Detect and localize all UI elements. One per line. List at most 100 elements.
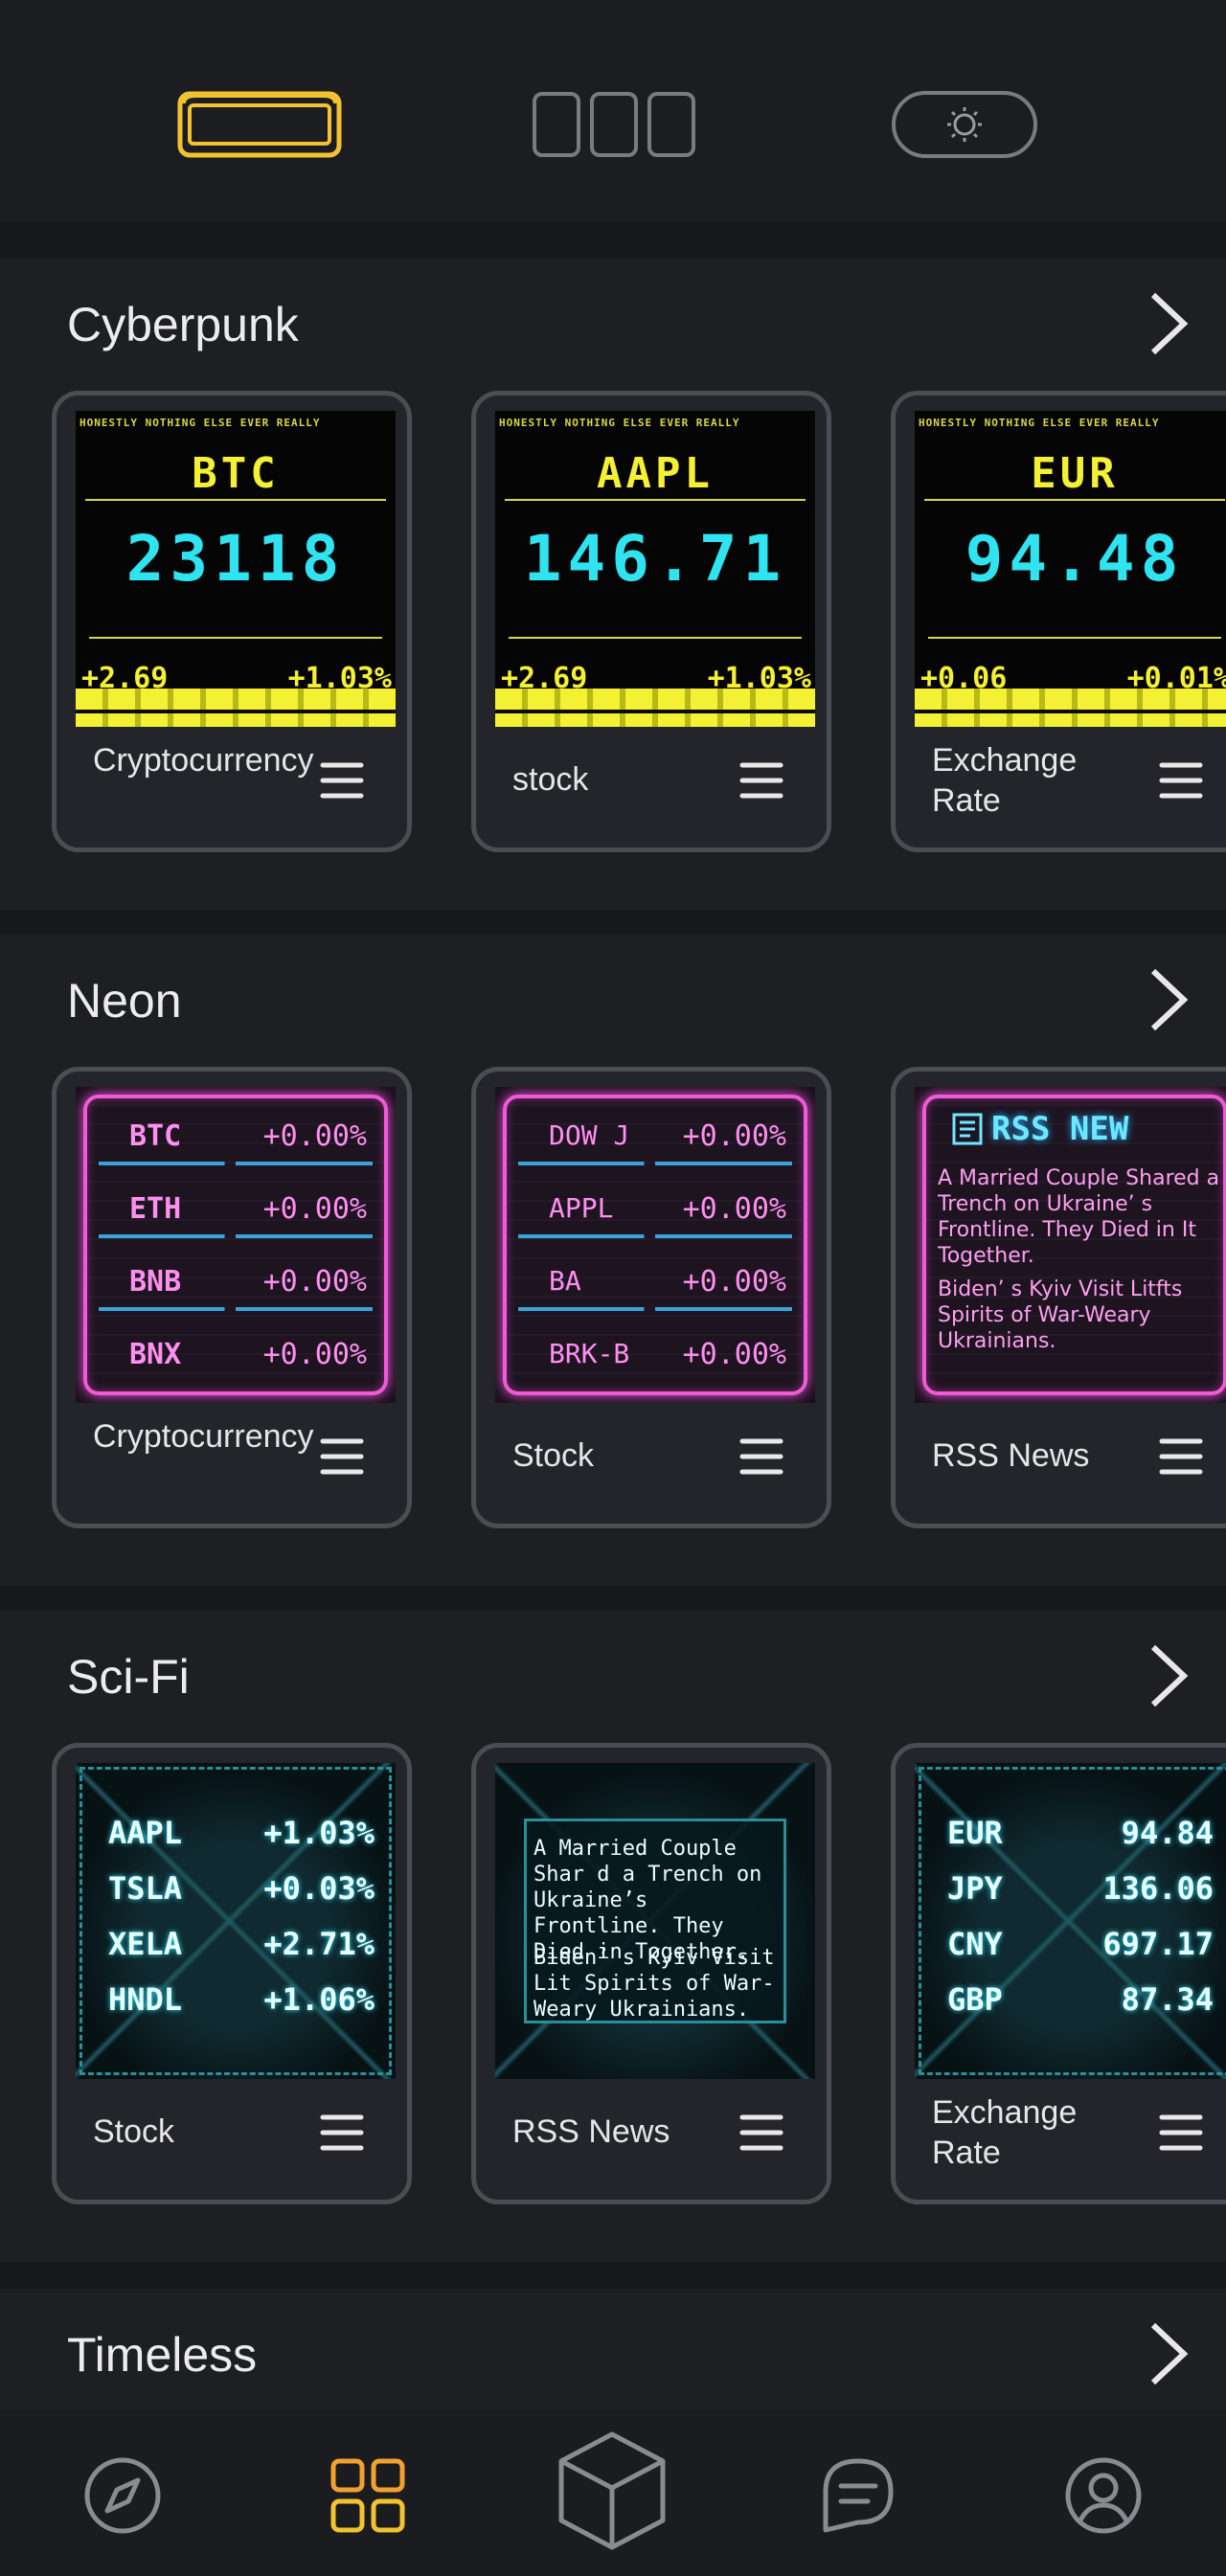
row-symbol: XELA: [108, 1926, 183, 1962]
layout-large-icon[interactable]: [176, 90, 343, 159]
menu-icon[interactable]: [1158, 1435, 1204, 1478]
preview-banner: HONESTLY NOTHING ELSE EVER REALLY: [919, 417, 1160, 429]
preview-price: 146.71: [523, 522, 787, 596]
section-sci-fi: Sci-Fi AAPL +1.03% TSLA +0.03% XELA +2.71% …: [0, 1611, 1226, 2262]
section-title: Neon: [67, 974, 182, 1028]
row-symbol: GBP: [947, 1981, 1003, 2018]
preview-banner: HONESTLY NOTHING ELSE EVER REALLY: [499, 417, 740, 429]
chevron-right-icon[interactable]: [1146, 289, 1192, 358]
row-symbol: JPY: [947, 1870, 1003, 1907]
widget-card-stock[interactable]: DOW J +0.00% APPL +0.00% BA +0.00% BRK-B +0.…: [471, 1067, 831, 1528]
row-symbol: BNX: [129, 1338, 182, 1371]
row-symbol: APPL: [549, 1192, 614, 1224]
preview-symbol: EUR: [1031, 449, 1119, 498]
row-value: +0.03%: [263, 1870, 375, 1907]
news-headline: Biden’ s Kyiv Visit Lit Spirits of War-W…: [534, 1946, 775, 2022]
row-change: +0.00%: [682, 1192, 786, 1226]
row-change: +0.00%: [682, 1265, 786, 1299]
widget-preview: HONESTLY NOTHING ELSE EVER REALLY EUR 94…: [915, 411, 1226, 727]
rss-title: RSS NEW: [991, 1110, 1129, 1148]
card-label: RSS News: [512, 2113, 670, 2150]
widget-preview: RSS NEW A Married Couple Shared a Trench…: [915, 1087, 1226, 1403]
row-value: 136.06: [1102, 1870, 1214, 1907]
widget-card-stock[interactable]: HONESTLY NOTHING ELSE EVER REALLY AAPL 1…: [471, 391, 831, 852]
widget-preview: HONESTLY NOTHING ELSE EVER REALLY BTC 23…: [76, 411, 396, 727]
news-headline: Biden’ s Kyiv Visit Litfts Spirits of Wa…: [938, 1277, 1183, 1353]
row-symbol: HNDL: [108, 1981, 183, 2018]
widget-card-exchange-rate[interactable]: HONESTLY NOTHING ELSE EVER REALLY EUR 94…: [891, 391, 1226, 852]
card-label: Stock: [93, 2113, 175, 2150]
menu-icon[interactable]: [738, 759, 784, 802]
row-value: +1.03%: [263, 1815, 375, 1851]
row-symbol: CNY: [947, 1926, 1003, 1962]
row-change: +0.00%: [262, 1265, 367, 1299]
row-value: 94.84: [1121, 1815, 1214, 1851]
row-symbol: BA: [549, 1265, 581, 1297]
row-symbol: ETH: [129, 1192, 182, 1226]
chat-icon[interactable]: [816, 2455, 900, 2536]
row-symbol: EUR: [947, 1815, 1003, 1851]
card-label: RSS News: [932, 1437, 1090, 1474]
menu-icon[interactable]: [319, 759, 365, 802]
preview-symbol: AAPL: [597, 449, 714, 498]
top-bar: [0, 0, 1226, 222]
section-cyberpunk: Cyberpunk HONESTLY NOTHING ELSE EVER REA…: [0, 259, 1226, 910]
compass-icon[interactable]: [82, 2455, 163, 2536]
chevron-right-icon[interactable]: [1146, 965, 1192, 1034]
widget-card-cryptocurrency[interactable]: BTC +0.00% ETH +0.00% BNB +0.00% BNX +0.00% …: [52, 1067, 412, 1528]
row-symbol: DOW J: [549, 1119, 630, 1151]
row-value: +1.06%: [263, 1981, 375, 2018]
menu-icon[interactable]: [1158, 759, 1204, 802]
section-title: Timeless: [67, 2328, 258, 2382]
preview-price: 23118: [125, 522, 346, 596]
menu-icon[interactable]: [319, 2112, 365, 2154]
row-value: 87.34: [1121, 1981, 1214, 2018]
widget-card-exchange-rate[interactable]: EUR 94.84 JPY 136.06 CNY 697.17 GBP 87.34 Ex…: [891, 1743, 1226, 2204]
bottom-nav: [0, 2409, 1226, 2576]
row-value: 697.17: [1102, 1926, 1214, 1962]
widget-card-stock[interactable]: AAPL +1.03% TSLA +0.03% XELA +2.71% HNDL +1.…: [52, 1743, 412, 2204]
widget-card-cryptocurrency[interactable]: HONESTLY NOTHING ELSE EVER REALLY BTC 23…: [52, 391, 412, 852]
section-title: Cyberpunk: [67, 298, 299, 351]
layout-grid-icon[interactable]: [531, 90, 697, 159]
row-symbol: BRK-B: [549, 1338, 630, 1369]
chevron-right-icon[interactable]: [1146, 1641, 1192, 1710]
card-label: Cryptocurrency: [93, 742, 314, 779]
widget-card-rss-news[interactable]: A Married Couple Shar d a Trench on Ukra…: [471, 1743, 831, 2204]
card-label: Exchange Rate: [932, 742, 1078, 819]
news-icon: [952, 1113, 983, 1145]
row-symbol: BTC: [129, 1119, 182, 1153]
section-title: Sci-Fi: [67, 1650, 190, 1704]
card-label: stock: [512, 761, 589, 798]
widget-preview: BTC +0.00% ETH +0.00% BNB +0.00% BNX +0.00%: [76, 1087, 396, 1403]
chevron-right-icon[interactable]: [1146, 2319, 1192, 2388]
row-change: +0.00%: [682, 1119, 786, 1153]
menu-icon[interactable]: [738, 2112, 784, 2154]
news-headline: A Married Couple Shared a Trench on Ukra…: [938, 1166, 1220, 1268]
profile-icon[interactable]: [1063, 2455, 1144, 2536]
row-symbol: AAPL: [108, 1815, 183, 1851]
row-symbol: BNB: [129, 1265, 182, 1299]
widget-card-rss-news[interactable]: RSS NEW A Married Couple Shared a Trench…: [891, 1067, 1226, 1528]
row-value: +2.71%: [263, 1926, 375, 1962]
preview-price: 94.48: [965, 522, 1185, 596]
widget-preview: DOW J +0.00% APPL +0.00% BA +0.00% BRK-B +0.…: [495, 1087, 815, 1403]
theme-toggle-icon[interactable]: [891, 90, 1038, 159]
cube-icon[interactable]: [556, 2429, 669, 2553]
grid-icon[interactable]: [328, 2455, 408, 2536]
widget-preview: A Married Couple Shar d a Trench on Ukra…: [495, 1763, 815, 2079]
row-change: +0.00%: [682, 1338, 786, 1371]
menu-icon[interactable]: [319, 1435, 365, 1478]
section-timeless: Timeless: [0, 2289, 1226, 2409]
card-label: Stock: [512, 1437, 595, 1474]
widget-preview: AAPL +1.03% TSLA +0.03% XELA +2.71% HNDL +1.…: [76, 1763, 396, 2079]
row-change: +0.00%: [262, 1192, 367, 1226]
row-symbol: TSLA: [108, 1870, 183, 1907]
preview-banner: HONESTLY NOTHING ELSE EVER REALLY: [79, 417, 321, 429]
card-label: Exchange Rate: [932, 2094, 1078, 2171]
section-neon: Neon BTC +0.00% ETH +0.00% BNB +0.00% BNX +0…: [0, 935, 1226, 1586]
menu-icon[interactable]: [1158, 2112, 1204, 2154]
menu-icon[interactable]: [738, 1435, 784, 1478]
card-label: Cryptocurrency: [93, 1418, 314, 1455]
widget-preview: EUR 94.84 JPY 136.06 CNY 697.17 GBP 87.34: [915, 1763, 1226, 2079]
